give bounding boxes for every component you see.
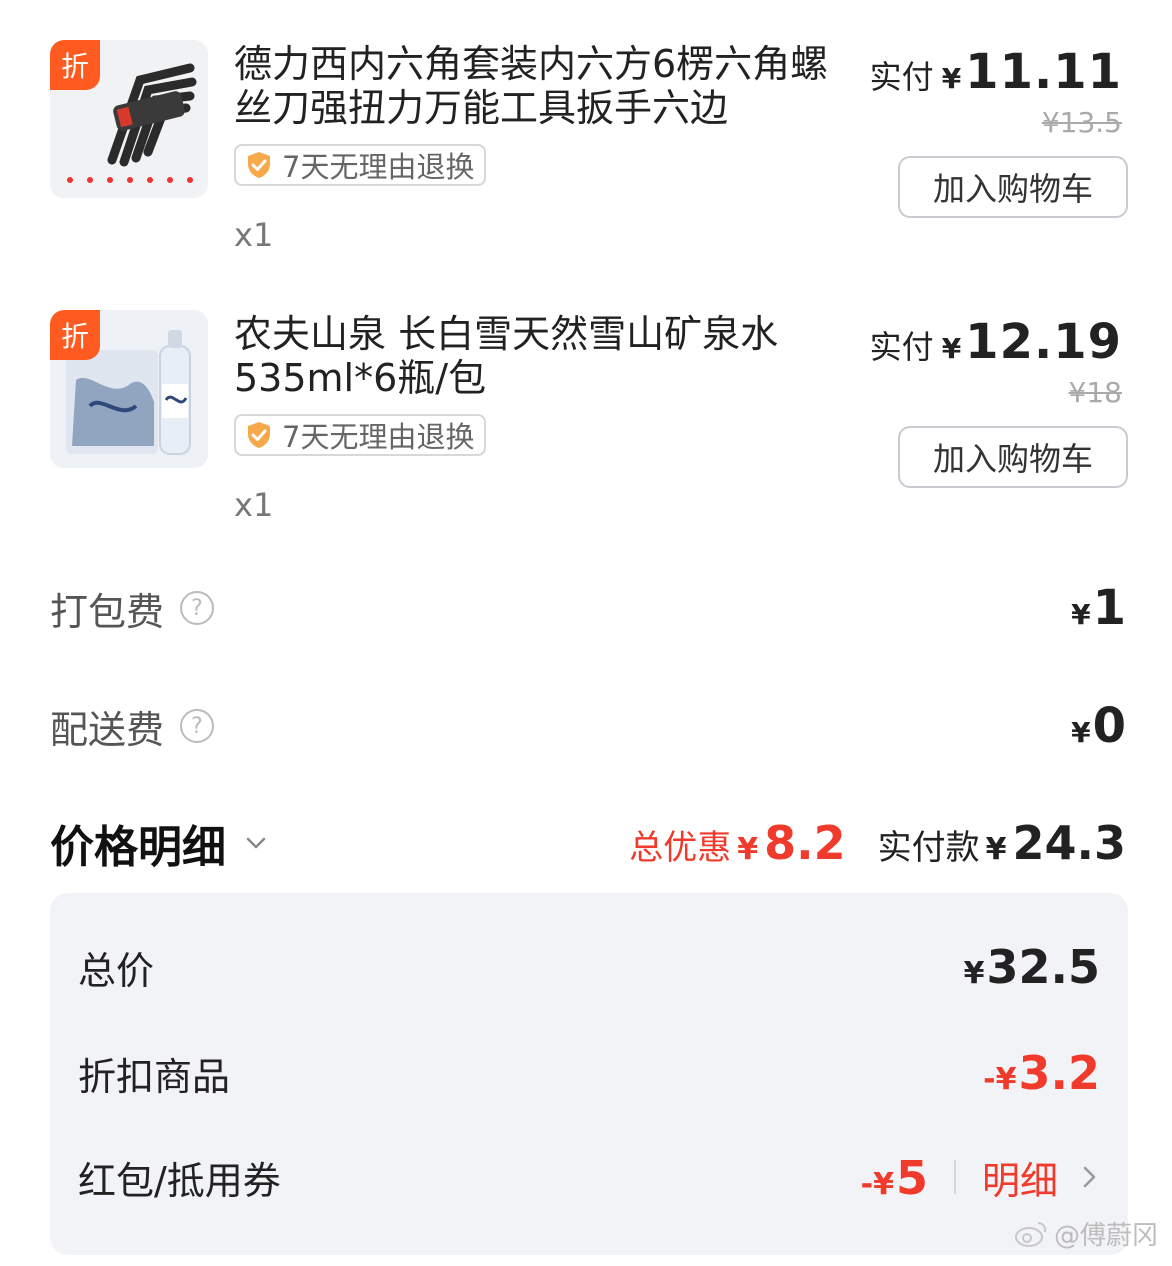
paid-value: 11.11 xyxy=(965,44,1122,100)
price-detail-header: 价格明细 总优惠 ¥ 8.2 实付款 ¥ 24.3 xyxy=(50,810,1126,876)
total-discount-label: 总优惠 xyxy=(629,828,732,868)
coupon-amount: 5 xyxy=(895,1150,928,1205)
discount-items-row: 折扣商品 -¥ 3.2 xyxy=(78,1043,1100,1103)
shield-check-icon xyxy=(248,422,270,448)
currency-symbol: ¥ xyxy=(941,62,962,95)
packing-fee-amount: 1 xyxy=(1092,580,1126,636)
total-price-row: 总价 ¥ 32.5 xyxy=(78,937,1100,997)
chevron-down-icon xyxy=(246,837,266,849)
amount-paid-label: 实付款 xyxy=(877,828,980,868)
return-policy-text: 7天无理由退换 xyxy=(282,420,475,454)
quantity: x1 xyxy=(234,216,274,254)
product-name[interactable]: 德力西内六角套装内六方6楞六角螺丝刀强扭力万能工具扳手六边 xyxy=(234,42,844,130)
delivery-fee-amount: 0 xyxy=(1092,698,1126,754)
total-price-value: ¥ 32.5 xyxy=(964,940,1100,994)
weibo-logo-icon xyxy=(1014,1221,1047,1247)
total-discount-value: 8.2 xyxy=(764,816,846,870)
original-price: ¥18 xyxy=(1068,376,1122,409)
discount-badge: 折 xyxy=(50,310,100,360)
original-price: ¥13.5 xyxy=(1041,106,1122,139)
add-to-cart-button[interactable]: 加入购物车 xyxy=(898,156,1128,218)
price-detail-title: 价格明细 xyxy=(50,822,226,873)
currency-symbol: -¥ xyxy=(860,1166,894,1202)
packing-fee-label: 打包费 xyxy=(50,589,165,634)
currency-symbol: ¥ xyxy=(985,832,1007,867)
coupon-label: 红包/抵用券 xyxy=(78,1158,281,1203)
watermark: @傅蔚冈 xyxy=(1014,1215,1158,1252)
paid-price: 实付 ¥ 12.19 xyxy=(870,314,1122,370)
paid-label: 实付 xyxy=(869,58,934,96)
currency-symbol: ¥ xyxy=(1071,716,1091,749)
paid-label: 实付 xyxy=(869,328,934,366)
coupon-detail-link[interactable]: 明细 xyxy=(982,1150,1058,1205)
currency-symbol: ¥ xyxy=(737,832,759,867)
product-thumbnail[interactable]: 折 xyxy=(50,40,208,198)
paid-value: 12.19 xyxy=(965,314,1122,370)
price-summary: 总优惠 ¥ 8.2 实付款 ¥ 24.3 xyxy=(629,816,1126,870)
product-name[interactable]: 农夫山泉 长白雪天然雪山矿泉水535ml*6瓶/包 xyxy=(234,312,844,400)
paid-price: 实付 ¥ 11.11 xyxy=(870,44,1122,100)
amount-paid-value: 24.3 xyxy=(1012,816,1127,870)
return-policy-tag: 7天无理由退换 xyxy=(234,414,487,456)
help-icon[interactable]: ? xyxy=(180,709,215,743)
discount-items-amount: 3.2 xyxy=(1018,1046,1101,1100)
return-policy-text: 7天无理由退换 xyxy=(282,150,475,184)
price-breakdown-panel: 总价 ¥ 32.5 折扣商品 -¥ 3.2 红包/抵用券 -¥ 5 明细 xyxy=(50,893,1128,1255)
discount-items-label: 折扣商品 xyxy=(78,1054,231,1099)
delivery-fee-label-group: 配送费 ? xyxy=(50,699,215,754)
currency-symbol: ¥ xyxy=(963,956,985,991)
currency-symbol: ¥ xyxy=(941,332,962,365)
currency-symbol: ¥ xyxy=(1071,598,1091,631)
currency-symbol: -¥ xyxy=(983,1062,1017,1097)
delivery-fee-value: ¥ 0 xyxy=(1071,698,1126,754)
price-detail-toggle[interactable]: 价格明细 xyxy=(50,811,268,875)
coupon-row[interactable]: 红包/抵用券 -¥ 5 明细 xyxy=(78,1147,1100,1207)
quantity: x1 xyxy=(234,486,274,524)
packing-fee-label-group: 打包费 ? xyxy=(50,581,215,636)
cart-item: 折 农夫山泉 长白雪天然雪山矿泉水535ml*6瓶/包 7天无理由退换 x1 实… xyxy=(0,310,1172,570)
divider xyxy=(953,1160,956,1194)
cart-item: 折 德力西内六角套装内六方6楞六角螺丝刀强扭力万能工具扳手六边 7天无理由退换 … xyxy=(0,40,1172,300)
discount-items-value: -¥ 3.2 xyxy=(983,1046,1100,1100)
help-icon[interactable]: ? xyxy=(180,591,215,625)
total-price-label: 总价 xyxy=(78,948,155,993)
watermark-text: @傅蔚冈 xyxy=(1053,1221,1158,1251)
delivery-fee-label: 配送费 xyxy=(50,707,165,752)
packing-fee-row: 打包费 ? ¥ 1 xyxy=(50,578,1126,638)
delivery-fee-row: 配送费 ? ¥ 0 xyxy=(50,696,1126,756)
shield-check-icon xyxy=(248,152,270,178)
return-policy-tag: 7天无理由退换 xyxy=(234,144,487,186)
packing-fee-value: ¥ 1 xyxy=(1071,580,1126,636)
chevron-right-icon[interactable] xyxy=(1080,1162,1100,1192)
total-price-amount: 32.5 xyxy=(986,940,1101,994)
add-to-cart-button[interactable]: 加入购物车 xyxy=(898,426,1128,488)
discount-badge: 折 xyxy=(50,40,100,90)
product-thumbnail[interactable]: 折 xyxy=(50,310,208,468)
coupon-value: -¥ 5 明细 xyxy=(861,1150,1100,1205)
